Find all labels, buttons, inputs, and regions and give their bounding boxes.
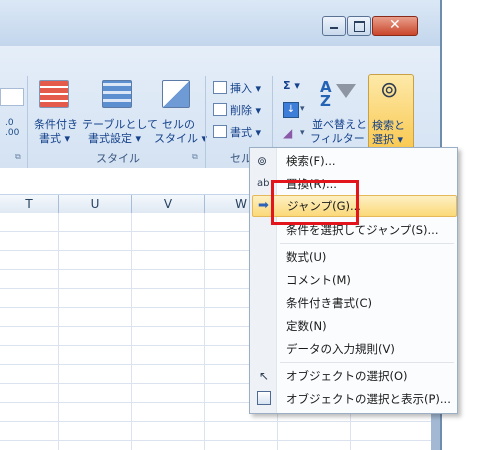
clear-dropdown-icon[interactable]: ▾ (300, 128, 305, 138)
insert-cells-icon (213, 81, 227, 94)
insert-button[interactable]: 挿入 ▾ (210, 78, 268, 96)
fill-down-icon[interactable]: ↓ (283, 102, 299, 118)
column-label: V (163, 197, 173, 211)
filter-funnel-icon (336, 84, 356, 98)
find-select-button[interactable]: ⊚ 検索と 選択 ▾ (368, 74, 414, 152)
column-label: U (90, 197, 100, 211)
clear-eraser-icon[interactable]: ◢ (283, 126, 292, 140)
menu-item-label: コメント(M) (286, 273, 351, 287)
arrow-right-icon: ➡ (258, 198, 269, 213)
cell-styles-label-2: スタイル ▾ (154, 132, 208, 145)
menu-item-label: 定数(N) (286, 319, 327, 333)
grid-line (204, 213, 205, 450)
menu-item-label: 検索(F)... (286, 154, 336, 168)
delete-cells-icon (213, 103, 227, 116)
menu-item-data-validation[interactable]: データの入力規則(V) (252, 338, 455, 360)
column-label: W (235, 197, 247, 211)
dec-label-1: .0 (5, 118, 14, 128)
menu-item-constants[interactable]: 定数(N) (252, 315, 455, 337)
style-group-label: スタイル (96, 152, 140, 165)
menu-separator (280, 243, 454, 244)
minimize-icon (330, 27, 338, 29)
dec-label-2: .00 (5, 128, 20, 138)
format-as-table-label-2: 書式設定 ▾ (88, 132, 142, 145)
delete-label: 削除 ▾ (230, 104, 262, 117)
replace-icon: ab (257, 178, 270, 189)
binoculars-icon: ⊚ (257, 154, 268, 168)
format-label: 書式 ▾ (230, 126, 262, 139)
close-button[interactable]: ✕ (372, 16, 418, 36)
minimize-button[interactable] (322, 16, 346, 36)
menu-item-label: オブジェクトの選択(O) (286, 369, 408, 383)
menu-item-label: データの入力規則(V) (286, 342, 395, 356)
find-select-label-2: 選択 ▾ (372, 133, 404, 146)
format-button[interactable]: 書式 ▾ (210, 122, 268, 140)
sort-filter-label-2: フィルター ▾ (310, 132, 374, 145)
sort-filter-button[interactable]: AZ 並べ替えと フィルター ▾ (310, 76, 374, 148)
autosum-button[interactable]: Σ ▾ (283, 79, 300, 92)
menu-item-label: オブジェクトの選択と表示(P)... (286, 392, 451, 406)
table-style-icon (102, 80, 132, 108)
highlight-annotation-box (271, 180, 359, 225)
grid-line (0, 421, 436, 422)
cell-styles-button[interactable]: セルの スタイル ▾ (152, 76, 208, 148)
column-header-v[interactable]: V (132, 195, 205, 214)
menu-item-select-objects[interactable]: ↖ オブジェクトの選択(O) (252, 365, 455, 387)
menu-item-selection-pane[interactable]: オブジェクトの選択と表示(P)... (252, 388, 455, 410)
grid-line (131, 213, 132, 450)
number-dialog-launcher-icon[interactable]: ⧉ (15, 152, 21, 162)
pointer-icon: ↖ (259, 369, 270, 383)
menu-item-label: 条件付き書式(C) (286, 296, 373, 310)
group-separator (205, 76, 206, 168)
format-as-table-button[interactable]: テーブルとして 書式設定 ▾ (82, 76, 158, 148)
cell-styles-icon (162, 80, 190, 108)
menu-item-label: 数式(U) (286, 250, 327, 264)
menu-item-comments[interactable]: コメント(M) (252, 269, 455, 291)
insert-label: 挿入 ▾ (230, 82, 262, 95)
menu-item-conditional-formatting[interactable]: 条件付き書式(C) (252, 292, 455, 314)
selection-pane-icon (257, 391, 271, 405)
fill-dropdown-icon[interactable]: ▾ (300, 104, 305, 114)
grid-line (0, 440, 436, 441)
binoculars-icon: ⊚ (380, 78, 399, 103)
style-dialog-launcher-icon[interactable]: ⧉ (192, 152, 198, 162)
conditional-format-label-2: 書式 ▾ (39, 132, 71, 145)
restore-button[interactable] (347, 16, 371, 36)
menu-item-find[interactable]: ⊚ 検索(F)... (252, 150, 455, 172)
group-separator (27, 76, 28, 168)
column-header-t[interactable]: T (0, 195, 59, 214)
conditional-format-icon (39, 80, 69, 108)
conditional-formatting-button[interactable]: 条件付き 書式 ▾ (30, 76, 80, 148)
close-icon: ✕ (389, 17, 401, 33)
decrease-decimal-button[interactable]: .0 .00 (5, 118, 19, 138)
format-cells-icon (213, 125, 227, 138)
delete-button[interactable]: 削除 ▾ (210, 100, 268, 118)
menu-item-formulas[interactable]: 数式(U) (252, 246, 455, 268)
menu-separator (280, 362, 454, 363)
number-format-dropdown[interactable] (0, 88, 24, 106)
column-label: T (25, 197, 33, 211)
grid-line (58, 213, 59, 450)
restore-icon (354, 21, 365, 32)
sort-az-icon: AZ (320, 78, 332, 110)
column-header-u[interactable]: U (59, 195, 132, 214)
